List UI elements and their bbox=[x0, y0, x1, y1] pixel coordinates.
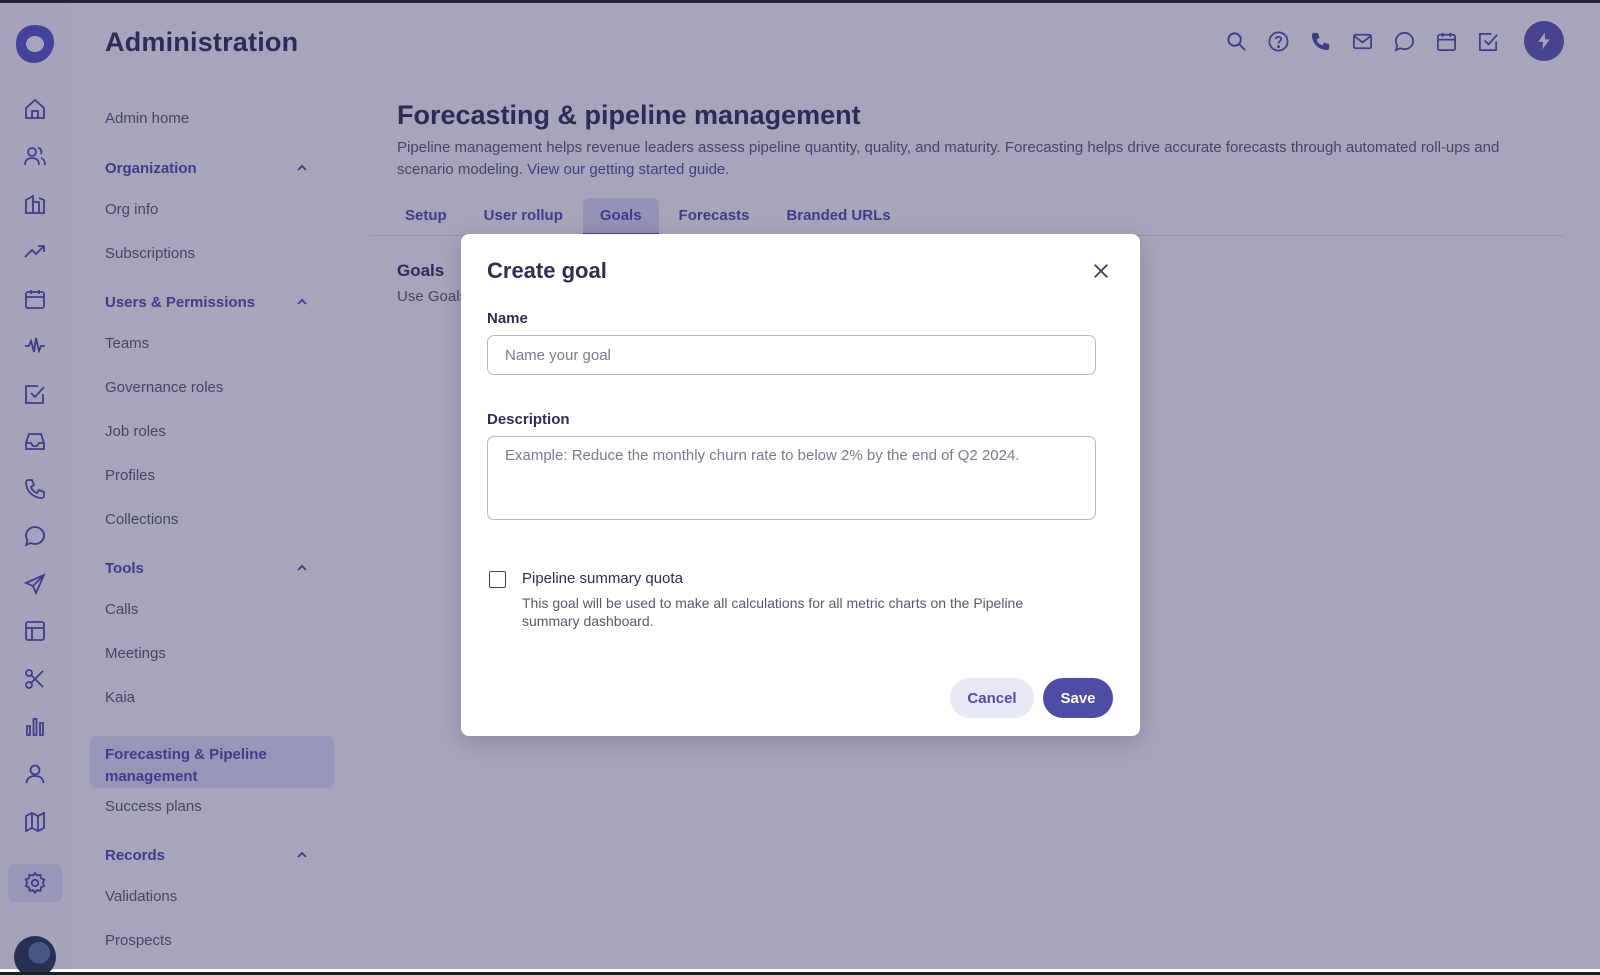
cancel-button[interactable]: Cancel bbox=[950, 678, 1034, 718]
pipeline-summary-quota-checkbox[interactable] bbox=[489, 571, 506, 588]
description-label: Description bbox=[487, 411, 570, 428]
checkbox-help-text: This goal will be used to make all calcu… bbox=[522, 595, 1024, 629]
create-goal-dialog: Create goal Name Description Pipeline su… bbox=[461, 234, 1140, 736]
close-icon[interactable] bbox=[1090, 260, 1112, 282]
checkbox-label: Pipeline summary quota bbox=[522, 570, 683, 587]
save-button[interactable]: Save bbox=[1043, 678, 1113, 718]
goal-description-input[interactable] bbox=[487, 436, 1096, 520]
goal-name-input[interactable] bbox=[487, 335, 1096, 375]
name-label: Name bbox=[487, 310, 528, 327]
dialog-title: Create goal bbox=[487, 258, 607, 283]
